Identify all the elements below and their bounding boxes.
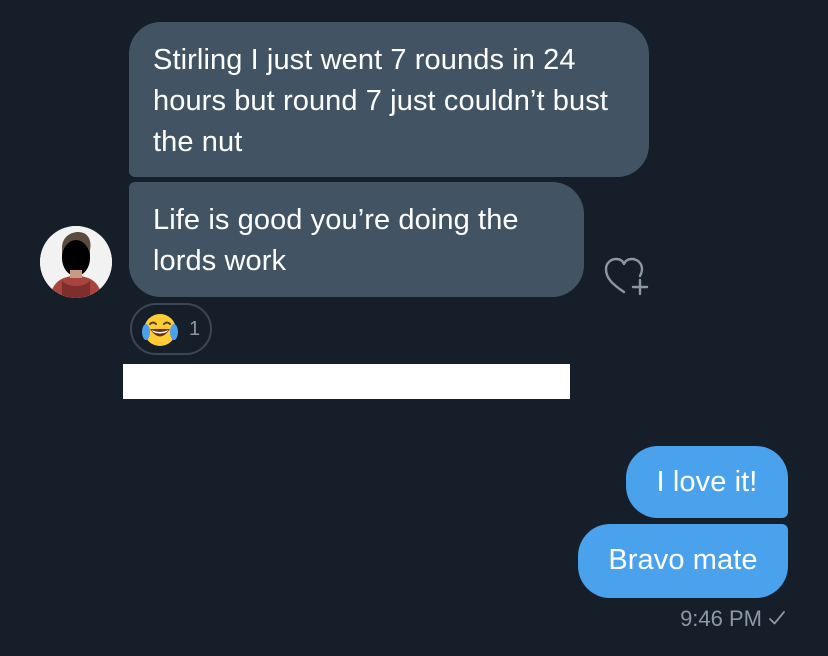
avatar-image	[40, 226, 112, 298]
dm-conversation: Stirling I just went 7 rounds in 24 hour…	[0, 0, 828, 656]
message-text: I love it!	[656, 466, 758, 498]
outgoing-message-bubble[interactable]: I love it!	[626, 446, 788, 518]
add-reaction-heart-icon[interactable]	[602, 254, 650, 298]
message-text: Bravo mate	[608, 544, 758, 576]
avatar[interactable]	[40, 226, 112, 298]
message-text: Life is good you’re doing the lords work	[153, 204, 519, 277]
redaction-bar	[123, 364, 570, 399]
reaction-summary[interactable]: 1	[130, 303, 212, 355]
message-meta: 9:46 PM	[680, 605, 786, 633]
reaction-count: 1	[189, 318, 201, 340]
face-with-tears-of-joy-icon	[142, 314, 178, 346]
outgoing-message-bubble[interactable]: Bravo mate	[578, 524, 788, 598]
incoming-message-bubble[interactable]: Life is good you’re doing the lords work	[129, 182, 584, 297]
message-timestamp: 9:46 PM	[680, 606, 762, 631]
incoming-message-bubble[interactable]: Stirling I just went 7 rounds in 24 hour…	[129, 22, 649, 177]
checkmark-icon	[768, 605, 786, 633]
message-text: Stirling I just went 7 rounds in 24 hour…	[153, 44, 608, 158]
